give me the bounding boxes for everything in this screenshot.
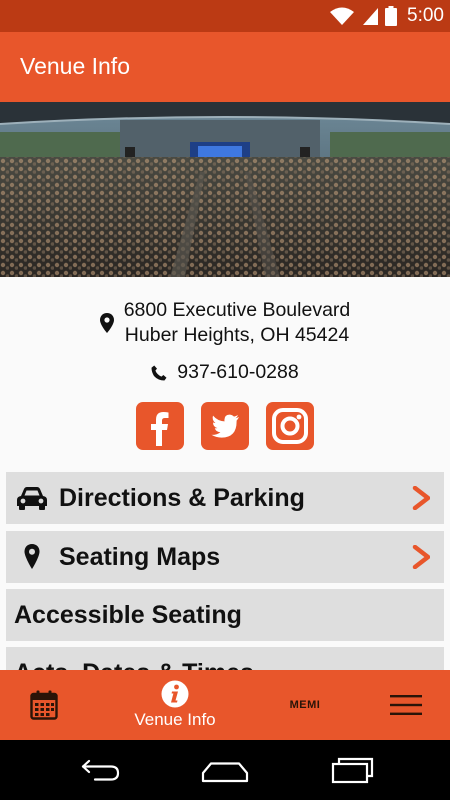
twitter-icon[interactable]: [201, 402, 249, 450]
nav-menu[interactable]: [380, 670, 432, 740]
address-line-2: Huber Heights, OH 45424: [124, 324, 350, 346]
bottom-nav: Venue Info MEMI: [0, 670, 450, 740]
menu-item-acts-dates-times[interactable]: Acts, Dates & Times: [6, 647, 444, 670]
phone-number: 937-610-0288: [177, 361, 299, 383]
phone-block[interactable]: 937-610-0288: [0, 361, 450, 386]
app-bar: Venue Info: [0, 32, 450, 102]
menu-item-directions-parking[interactable]: Directions & Parking: [6, 472, 444, 524]
facebook-icon[interactable]: [136, 402, 184, 450]
nav-calendar[interactable]: [16, 670, 72, 740]
venue-info-content: 6800 Executive Boulevard Huber Heights, …: [0, 277, 450, 670]
status-time: 5:00: [407, 5, 444, 26]
map-pin-icon: [24, 544, 40, 569]
status-bar: 5:00: [0, 0, 450, 32]
back-icon[interactable]: [75, 752, 125, 788]
address-block[interactable]: 6800 Executive Boulevard Huber Heights, …: [0, 298, 450, 348]
phone-icon: [151, 365, 167, 380]
system-nav-bar: [0, 740, 450, 800]
social-links: [0, 402, 450, 450]
venue-logo: MEMI: [289, 699, 321, 711]
menu-item-label: Accessible Seating: [14, 601, 242, 629]
address-line-1: 6800 Executive Boulevard: [123, 299, 351, 321]
battery-icon: [385, 6, 398, 26]
chevron-right-icon: [412, 545, 430, 569]
nav-venue-info-label: Venue Info: [134, 710, 216, 729]
nav-venue-logo[interactable]: MEMI: [275, 670, 335, 740]
menu-item-label: Directions & Parking: [59, 484, 305, 512]
location-pin-icon: [99, 313, 114, 333]
wifi-icon: [330, 7, 355, 25]
menu-item-label: Seating Maps: [59, 543, 221, 571]
info-icon: [161, 680, 189, 708]
menu-item-label: Acts, Dates & Times: [14, 647, 254, 670]
car-icon: [17, 487, 47, 510]
status-icons: 5:00: [329, 4, 444, 28]
recent-apps-icon[interactable]: [327, 752, 377, 788]
concert-crowd-photo: [0, 102, 450, 277]
cell-signal-icon: [363, 8, 379, 25]
hamburger-icon: [390, 695, 422, 715]
home-icon[interactable]: [200, 752, 250, 788]
venue-photo: [0, 102, 450, 277]
nav-venue-info[interactable]: Venue Info: [120, 670, 230, 740]
menu-item-accessible-seating[interactable]: Accessible Seating: [6, 589, 444, 641]
chevron-right-icon: [412, 486, 430, 510]
instagram-icon[interactable]: [266, 402, 314, 450]
calendar-icon: [30, 690, 58, 720]
menu-item-seating-maps[interactable]: Seating Maps: [6, 531, 444, 583]
page-title: Venue Info: [20, 53, 130, 79]
